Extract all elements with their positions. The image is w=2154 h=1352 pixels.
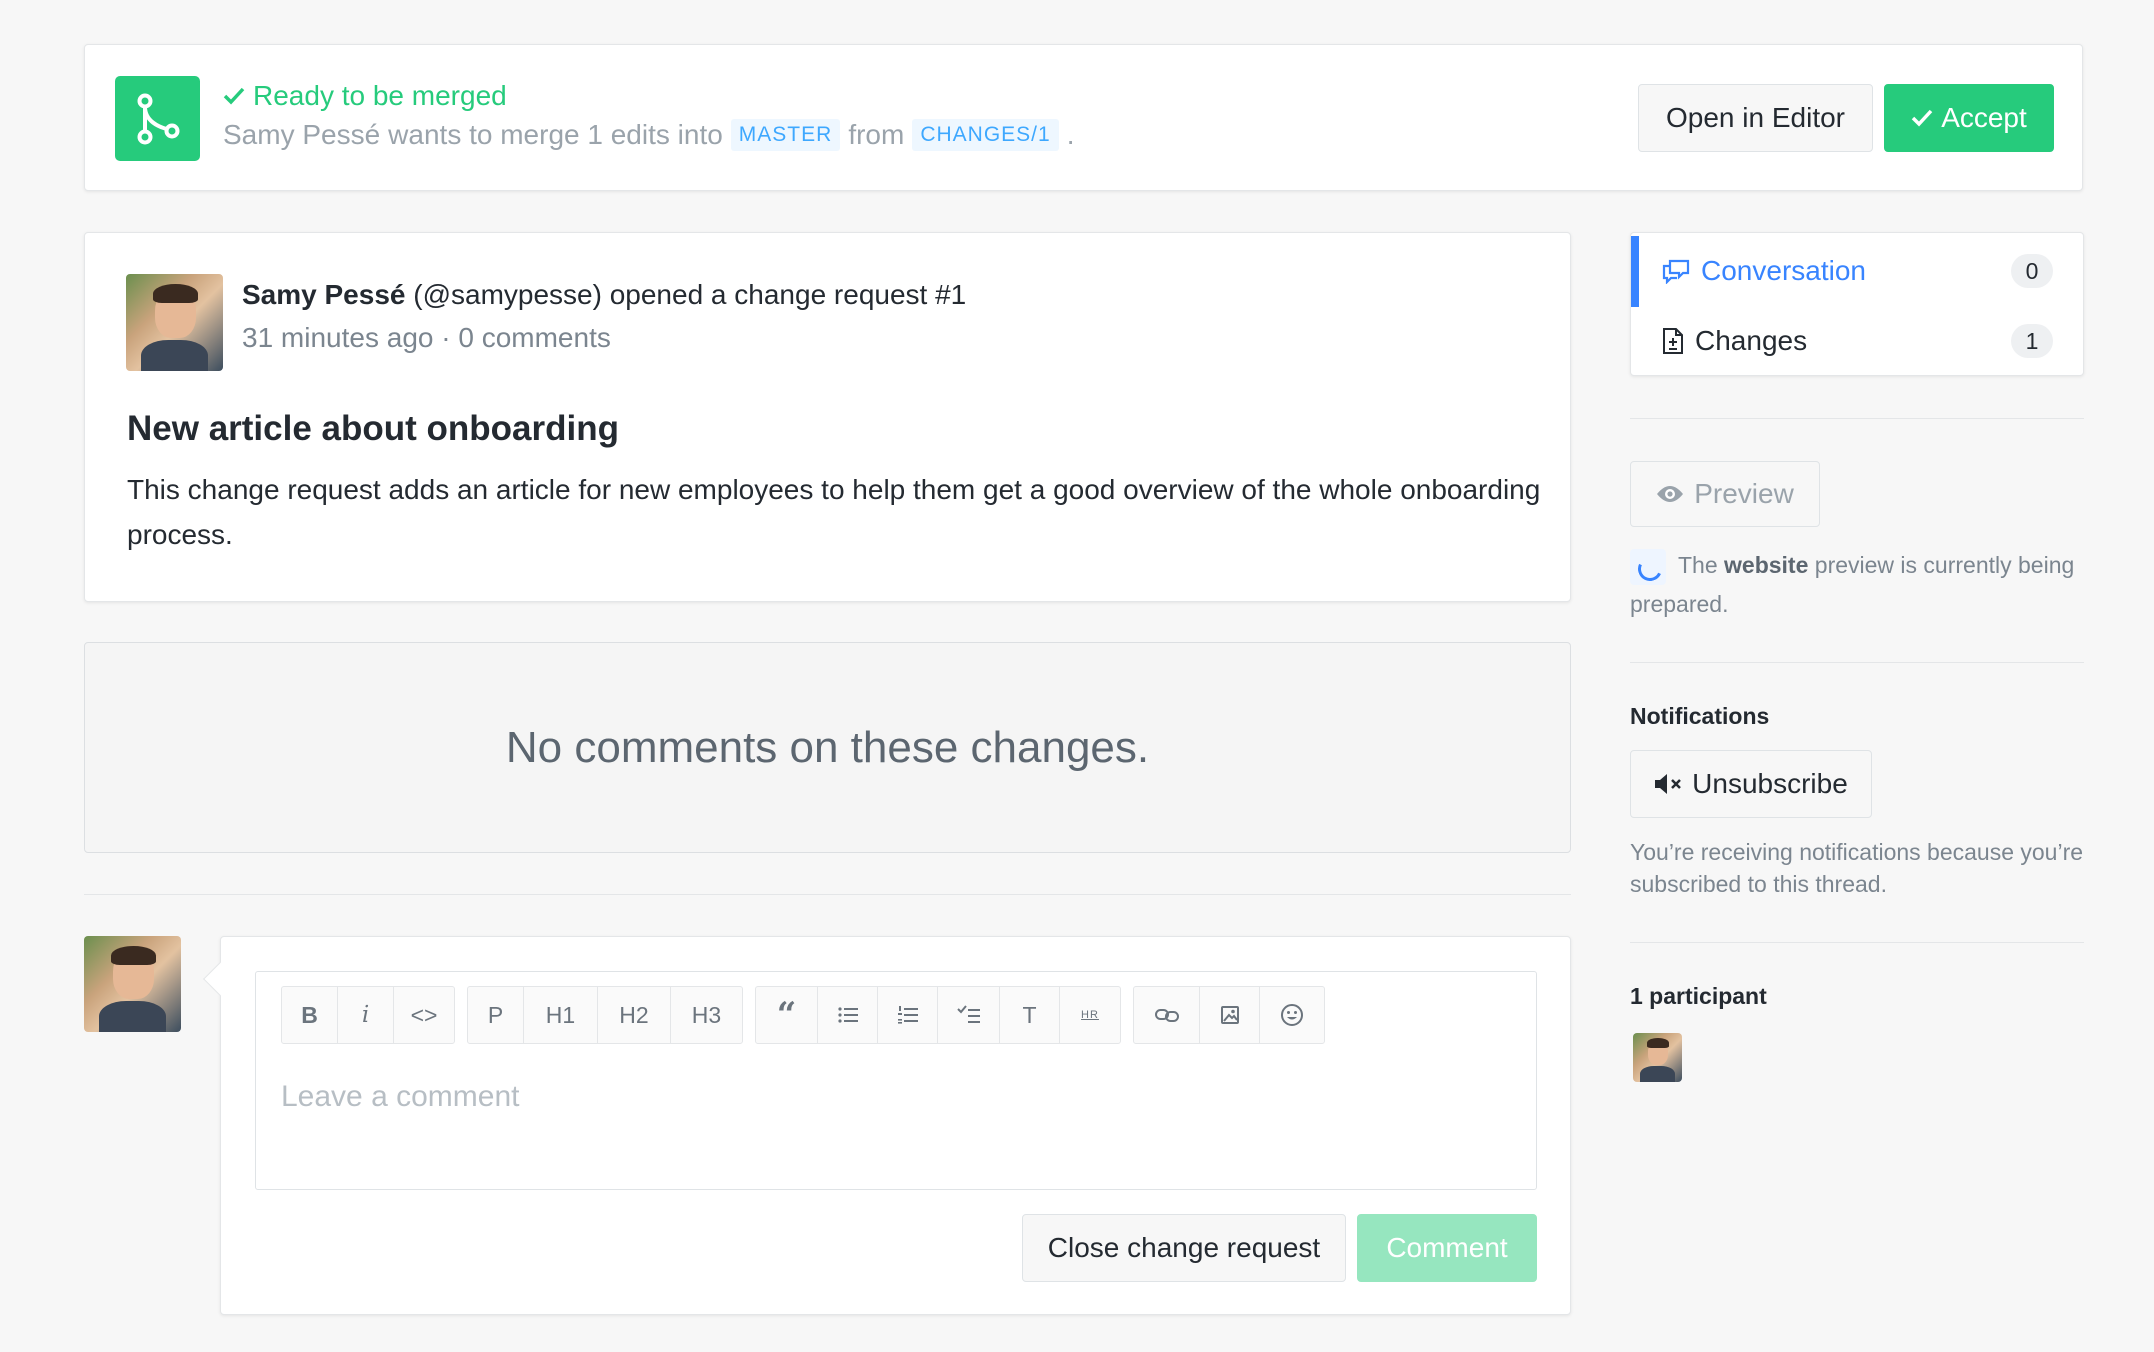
action-text: opened a change request #1 (609, 279, 967, 310)
loading-spinner-icon (1630, 548, 1666, 585)
check-icon (223, 87, 245, 105)
link-icon (1154, 1009, 1179, 1022)
meta-separator: · (441, 322, 451, 353)
no-comments-box: No comments on these changes. (84, 642, 1571, 853)
close-change-request-button[interactable]: Close change request (1022, 1214, 1346, 1282)
text-button[interactable]: T (1000, 987, 1060, 1043)
italic-button[interactable]: i (338, 987, 394, 1043)
notifications-reason: You’re receiving notifications because y… (1630, 839, 2084, 897)
preview-status: The website preview is currently being p… (1630, 546, 2084, 623)
unsubscribe-button[interactable]: Unsubscribe (1630, 750, 1872, 818)
from-text: from (848, 119, 905, 150)
checklist-icon (956, 1005, 980, 1023)
blockquote-button[interactable]: “ (756, 987, 818, 1043)
editor-toolbar: B i <> P H1 H2 H3 “ T HR (281, 986, 1325, 1044)
sidebar-divider (1630, 418, 2084, 419)
image-button[interactable] (1200, 987, 1260, 1043)
participant-avatar[interactable] (1633, 1033, 1682, 1082)
changes-file-icon (1663, 328, 1683, 354)
accept-button[interactable]: Accept (1884, 84, 2054, 152)
participants-heading: 1 participant (1630, 983, 1767, 1009)
toolbar-group-inline: B i <> (281, 986, 455, 1044)
close-change-request-label: Close change request (1047, 1232, 1321, 1263)
accept-label: Accept (1941, 102, 2027, 133)
merge-text: wants to merge 1 edits into (388, 119, 723, 150)
quote-icon: “ (776, 995, 797, 1035)
heading2-button[interactable]: H2 (598, 987, 671, 1043)
target-branch-badge[interactable]: MASTER (730, 119, 841, 151)
tab-changes-label-wrap: Changes (1661, 325, 1807, 357)
bulleted-list-button[interactable] (818, 987, 878, 1043)
tab-conversation[interactable]: Conversation 0 (1631, 236, 2083, 307)
image-icon (1220, 1006, 1239, 1024)
checklist-button[interactable] (938, 987, 1000, 1043)
check-icon (1911, 109, 1933, 127)
meta-line: 31 minutes ago · 0 comments (242, 322, 611, 354)
sidebar-divider (1630, 662, 2084, 663)
hr-label: HR (1081, 1009, 1099, 1021)
time-ago: 31 minutes ago (242, 322, 434, 353)
changes-count-badge: 1 (2011, 324, 2053, 358)
bold-button[interactable]: B (282, 987, 338, 1043)
open-in-editor-button[interactable]: Open in Editor (1638, 84, 1873, 152)
merge-description: Samy Pessé wants to merge 1 edits into M… (223, 119, 1074, 151)
sidebar-divider (1630, 942, 2084, 943)
sidebar-tabs: Conversation 0 Changes 1 (1630, 232, 2084, 376)
open-in-editor-label: Open in Editor (1666, 102, 1845, 133)
paragraph-button[interactable]: P (468, 987, 524, 1043)
comment-button[interactable]: Comment (1357, 1214, 1537, 1282)
unsubscribe-label: Unsubscribe (1692, 768, 1848, 799)
preview-button[interactable]: Preview (1630, 461, 1820, 527)
tab-changes[interactable]: Changes 1 (1631, 306, 2083, 376)
tab-conversation-label: Conversation (1701, 255, 1866, 286)
heading1-button[interactable]: H1 (524, 987, 598, 1043)
heading3-button[interactable]: H3 (671, 987, 742, 1043)
comment-editor[interactable]: B i <> P H1 H2 H3 “ T HR Leave a comment (255, 971, 1537, 1190)
comments-count: 0 comments (458, 322, 611, 353)
change-request-description: This change request adds an article for … (127, 474, 1541, 550)
change-request-title: New article about onboarding (127, 409, 619, 448)
author-avatar[interactable] (126, 274, 223, 371)
editor-pointer (203, 962, 237, 996)
conversation-icon (1662, 259, 1690, 284)
tab-conversation-label-wrap: Conversation (1661, 255, 1866, 287)
bulleted-list-icon (837, 1007, 858, 1023)
emoji-button[interactable] (1260, 987, 1324, 1043)
toolbar-group-blocks: “ T HR (755, 986, 1121, 1044)
preview-status-prefix: The (1677, 552, 1718, 578)
conversation-count-badge: 0 (2011, 254, 2053, 288)
author-handle: (@samypesse) (413, 279, 602, 310)
emoji-icon (1281, 1004, 1303, 1026)
author-line: Samy Pessé (@samypesse) opened a change … (242, 279, 966, 311)
tab-changes-label: Changes (1695, 325, 1808, 356)
horizontal-rule-button[interactable]: HR (1060, 987, 1120, 1043)
preview-status-bold: website (1724, 552, 1809, 578)
merge-branch-icon (115, 76, 200, 161)
comment-button-label: Comment (1386, 1232, 1508, 1263)
eye-icon (1657, 486, 1684, 502)
merge-status-text: Ready to be merged (253, 80, 507, 111)
link-button[interactable] (1134, 987, 1200, 1043)
merge-banner: Ready to be merged Samy Pessé wants to m… (84, 44, 2083, 191)
toolbar-group-headings: P H1 H2 H3 (467, 986, 743, 1044)
no-comments-text: No comments on these changes. (505, 722, 1150, 772)
active-tab-indicator (1631, 236, 1639, 307)
toolbar-group-insert (1133, 986, 1325, 1044)
comment-input-placeholder: Leave a comment (281, 1080, 520, 1113)
numbered-list-icon (897, 1006, 918, 1024)
preview-label: Preview (1694, 478, 1794, 509)
merge-author: Samy Pessé (223, 119, 381, 150)
numbered-list-button[interactable] (878, 987, 938, 1043)
current-user-avatar (84, 936, 181, 1032)
code-button[interactable]: <> (394, 987, 454, 1043)
change-request-card: Samy Pessé (@samypesse) opened a change … (84, 232, 1571, 602)
author-name[interactable]: Samy Pessé (242, 279, 405, 310)
notifications-heading: Notifications (1630, 703, 1770, 729)
merge-status: Ready to be merged (223, 80, 507, 112)
period-text: . (1066, 119, 1075, 150)
section-divider (84, 894, 1571, 895)
comment-form: B i <> P H1 H2 H3 “ T HR Leave a comment… (203, 936, 1571, 1315)
mute-icon (1655, 774, 1682, 794)
source-branch-badge[interactable]: CHANGES/1 (912, 119, 1059, 151)
